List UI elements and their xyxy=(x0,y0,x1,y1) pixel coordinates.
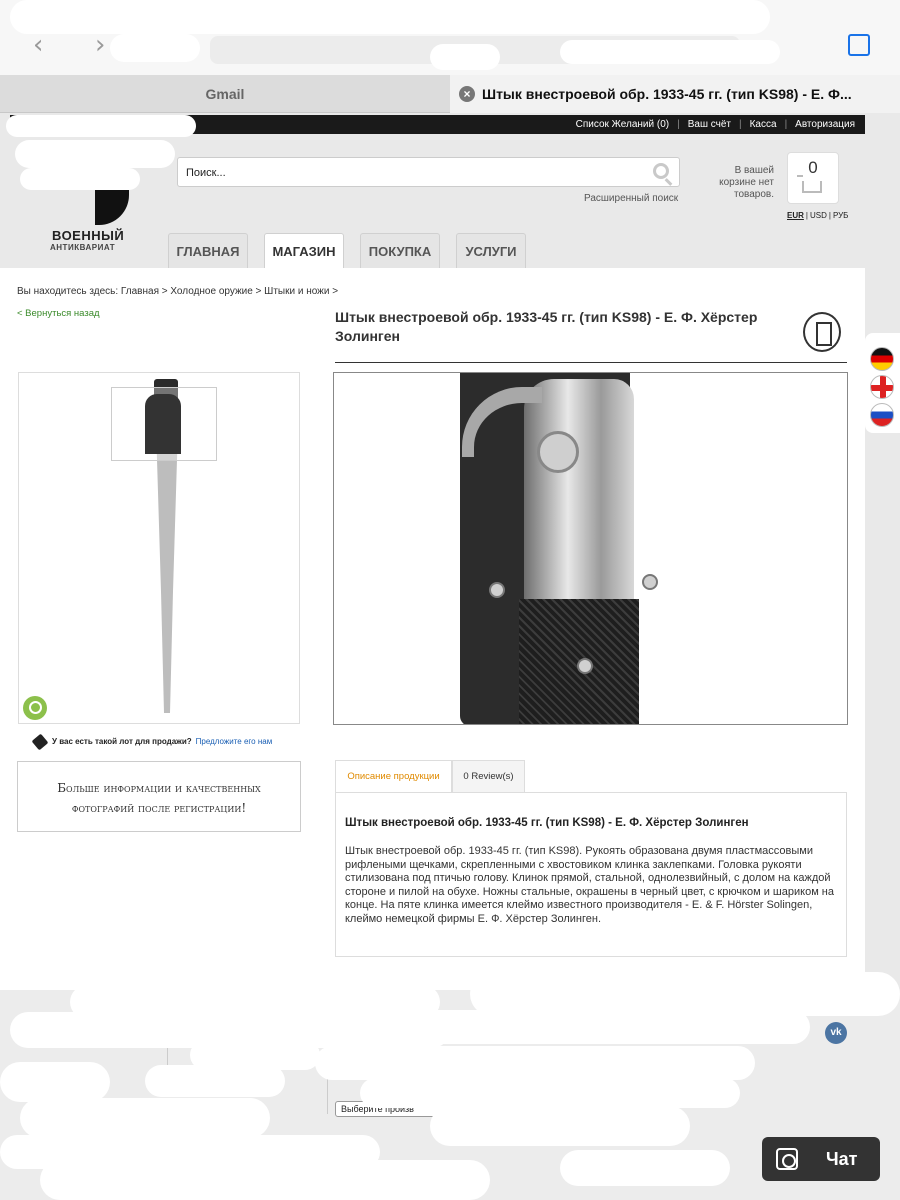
redaction-scribble xyxy=(145,1065,285,1097)
chat-icon xyxy=(776,1148,798,1170)
wishlist-link[interactable]: Список Желаний (0) xyxy=(572,119,673,130)
redaction-scribble xyxy=(420,1010,810,1044)
chat-label: Чат xyxy=(826,1149,858,1169)
redaction-scribble xyxy=(6,115,196,137)
advanced-search-link[interactable]: Расширенный поиск xyxy=(584,193,678,204)
tab-description[interactable]: Описание продукции xyxy=(335,760,452,792)
cart-status-line: товаров. xyxy=(733,189,774,200)
forward-arrow-icon[interactable]: › xyxy=(95,30,105,60)
tab-product[interactable]: × Штык внестроевой обр. 1933-45 гг. (тип… xyxy=(450,75,900,113)
thumbnail-blade xyxy=(156,443,178,713)
nav-purchase[interactable]: ПОКУПКА xyxy=(360,233,440,269)
currency-usd[interactable]: USD xyxy=(808,211,829,220)
chat-button[interactable]: Чат xyxy=(762,1137,880,1181)
breadcrumb[interactable]: Вы находитесь здесь: Главная > Холодное … xyxy=(17,286,338,297)
page-title: Штык внестроевой обр. 1933-45 гг. (тип K… xyxy=(335,309,758,344)
product-main-image[interactable] xyxy=(333,372,848,725)
language-switcher xyxy=(865,333,900,433)
currency-rub[interactable]: РУБ xyxy=(831,211,851,220)
vk-icon[interactable]: vk xyxy=(825,1022,847,1044)
login-link[interactable]: Авторизация xyxy=(791,119,859,130)
redaction-scribble xyxy=(20,168,140,190)
cart-status-line: корзине нет xyxy=(719,177,774,188)
redaction-scribble xyxy=(560,40,780,64)
description-tabs: Описание продукции 0 Review(s) xyxy=(335,760,847,792)
image-rivet xyxy=(642,574,658,590)
browser-tabs: Gmail × Штык внестроевой обр. 1933-45 гг… xyxy=(0,75,900,113)
redaction-scribble xyxy=(20,1098,270,1138)
tabs-icon[interactable] xyxy=(848,34,870,56)
cart-status-line: В вашей xyxy=(734,165,774,176)
cart-status: В вашей корзине нет товаров. xyxy=(710,165,774,201)
flag-en-icon[interactable] xyxy=(870,375,894,399)
cart-icon xyxy=(797,175,822,193)
tab-reviews[interactable]: 0 Review(s) xyxy=(452,760,525,792)
redaction-scribble xyxy=(430,1106,690,1146)
image-screw xyxy=(537,431,579,473)
currency-switcher: EUR | USD | РУБ xyxy=(785,211,851,220)
nav-services[interactable]: УСЛУГИ xyxy=(456,233,526,269)
checkout-link[interactable]: Касса xyxy=(746,119,781,130)
description-body: Штык внестроевой обр. 1933-45 гг. (тип K… xyxy=(345,845,835,925)
logo-title: ВОЕННЫЙ xyxy=(52,228,125,243)
description-panel: Штык внестроевой обр. 1933-45 гг. (тип K… xyxy=(335,792,847,957)
price-tag-icon xyxy=(31,733,49,751)
registration-info-box: Больше информации и качественных фотогра… xyxy=(17,761,301,832)
redaction-scribble xyxy=(0,1062,110,1102)
tab-product-label: Штык внестроевой обр. 1933-45 гг. (тип K… xyxy=(482,86,852,102)
product-card: Вы находитесь здесь: Главная > Холодное … xyxy=(0,268,865,990)
flag-de-icon[interactable] xyxy=(870,347,894,371)
redaction-scribble xyxy=(10,0,770,34)
logo-subtitle: АНТИКВАРИАТ xyxy=(50,243,116,252)
description-title: Штык внестроевой обр. 1933-45 гг. (тип K… xyxy=(345,817,749,829)
redaction-scribble xyxy=(40,1160,490,1200)
tab-gmail[interactable]: Gmail xyxy=(0,75,450,113)
cart-count: 0 xyxy=(808,158,818,177)
image-rivet xyxy=(577,658,593,674)
maker-logo xyxy=(803,312,841,352)
redaction-scribble xyxy=(560,1150,730,1186)
nav-home[interactable]: ГЛАВНАЯ xyxy=(168,233,248,269)
redaction-scribble xyxy=(110,34,200,62)
sell-offer: У вас есть такой лот для продажи? Предлож… xyxy=(31,733,273,751)
redaction-scribble xyxy=(430,44,500,70)
back-arrow-icon[interactable]: ‹ xyxy=(33,30,43,60)
search-box xyxy=(177,157,680,187)
sell-question: У вас есть такой лот для продажи? xyxy=(52,737,192,747)
flag-ru-icon[interactable] xyxy=(870,403,894,427)
account-link[interactable]: Ваш счёт xyxy=(684,119,735,130)
nav-shop[interactable]: МАГАЗИН xyxy=(264,233,344,269)
account-links: Список Желаний (0) | Ваш счёт | Касса | Автори… xyxy=(572,115,859,134)
search-input[interactable] xyxy=(186,163,636,183)
sell-offer-link[interactable]: Предложите его нам xyxy=(196,737,273,746)
redaction-scribble xyxy=(360,1078,740,1108)
redaction-scribble xyxy=(15,140,175,168)
product-thumbnail[interactable] xyxy=(18,372,300,724)
zoom-lens[interactable] xyxy=(111,387,217,461)
redaction-scribble xyxy=(315,1046,755,1080)
magnifier-icon[interactable] xyxy=(23,696,47,720)
title-divider xyxy=(335,362,847,363)
search-icon[interactable] xyxy=(653,163,669,179)
image-rivet xyxy=(489,582,505,598)
close-icon[interactable]: × xyxy=(459,86,475,102)
cart-button[interactable]: 0 xyxy=(787,152,839,204)
currency-eur[interactable]: EUR xyxy=(785,211,806,220)
back-link[interactable]: < Вернуться назад xyxy=(17,308,100,319)
